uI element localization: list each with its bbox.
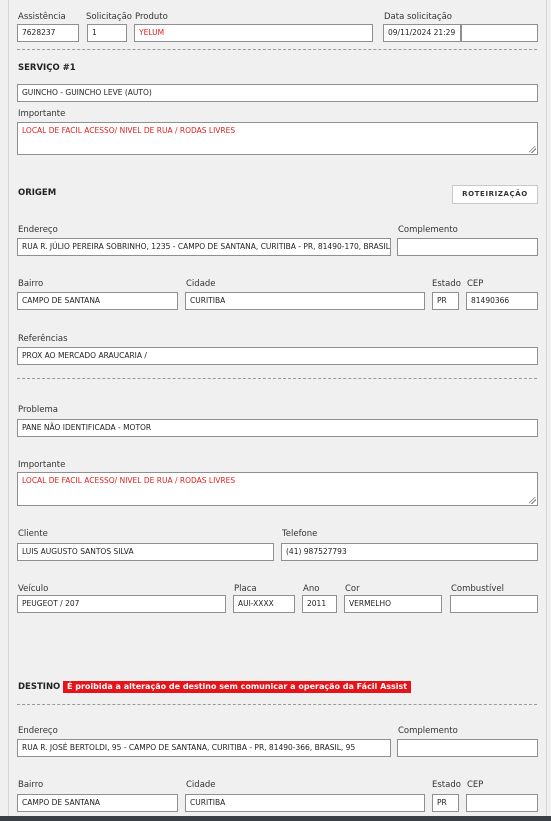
origem-cidade-label: Cidade [186, 279, 216, 289]
origem-complemento-field[interactable] [397, 238, 538, 256]
destino-endereco-field[interactable]: RUA R. JOSÉ BERTOLDI, 95 - CAMPO DE SANT… [17, 739, 391, 757]
origem-bairro-label: Bairro [18, 279, 44, 289]
veiculo-field[interactable]: PEUGEOT / 207 [17, 595, 226, 613]
ano-label: Ano [303, 584, 320, 594]
taskbar-strip [0, 816, 551, 821]
cliente-label: Cliente [18, 529, 48, 539]
origem-referencias-field[interactable]: PROX AO MERCADO ARAUCARIA / [17, 347, 538, 365]
divider [17, 704, 537, 705]
servico-importante-text: LOCAL DE FACIL ACESSO/ NIVEL DE RUA / RO… [22, 126, 236, 135]
cor-label: Cor [345, 584, 360, 594]
origem-endereco-field[interactable]: RUA R. JÚLIO PEREIRA SOBRINHO, 1235 - CA… [17, 238, 391, 256]
data-solicitacao-extra-field[interactable] [461, 24, 538, 42]
divider [17, 49, 537, 50]
origem-estado-field[interactable]: PR [432, 292, 459, 310]
telefone-label: Telefone [282, 529, 318, 539]
destino-complemento-field[interactable] [397, 739, 538, 757]
destino-estado-field[interactable]: PR [432, 794, 459, 812]
detalhes-importante-text: LOCAL DE FACIL ACESSO/ NIVEL DE RUA / RO… [22, 476, 236, 485]
origem-referencias-label: Referências [18, 334, 68, 344]
problema-field[interactable]: PANE NÃO IDENTIFICADA - MOTOR [17, 419, 538, 437]
destino-cep-label: CEP [467, 780, 484, 790]
destino-complemento-label: Complemento [398, 726, 458, 736]
placa-field[interactable]: AUI-XXXX [233, 595, 295, 613]
solicitacao-field[interactable]: 1 [87, 24, 127, 42]
origem-title: ORIGEM [18, 188, 57, 198]
resize-grip-icon[interactable] [529, 146, 536, 153]
veiculo-label: Veículo [18, 584, 49, 594]
destino-bairro-label: Bairro [18, 780, 44, 790]
detalhes-importante-label: Importante [18, 460, 66, 470]
resize-grip-icon[interactable] [529, 497, 536, 504]
destino-cep-field[interactable] [466, 794, 538, 812]
combustivel-field[interactable] [450, 595, 538, 613]
cor-field[interactable]: VERMELHO [344, 595, 442, 613]
origem-cep-label: CEP [467, 279, 484, 289]
ano-field[interactable]: 2011 [302, 595, 337, 613]
servico-importante-label: Importante [18, 109, 66, 119]
roteirizacao-button[interactable]: ROTEIRIZAÇÃO [452, 185, 538, 204]
servico-importante-textarea[interactable]: LOCAL DE FACIL ACESSO/ NIVEL DE RUA / RO… [17, 122, 538, 155]
origem-endereco-label: Endereço [18, 225, 58, 235]
telefone-field[interactable]: (41) 987527793 [281, 543, 538, 561]
destino-estado-label: Estado [432, 780, 461, 790]
origem-complemento-label: Complemento [398, 225, 458, 235]
origem-cidade-field[interactable]: CURITIBA [185, 292, 425, 310]
placa-label: Placa [234, 584, 257, 594]
destino-endereco-label: Endereço [18, 726, 58, 736]
destino-title: DESTINO [18, 682, 61, 692]
destino-cidade-field[interactable]: CURITIBA [185, 794, 425, 812]
servico-field[interactable]: GUINCHO - GUINCHO LEVE (AUTO) [17, 84, 538, 102]
combustivel-label: Combustível [451, 584, 504, 594]
data-solicitacao-label: Data solicitação [384, 12, 453, 22]
assistencia-field[interactable]: 7628237 [17, 24, 79, 42]
problema-label: Problema [18, 405, 58, 415]
origem-bairro-field[interactable]: CAMPO DE SANTANA [17, 292, 178, 310]
origem-estado-label: Estado [432, 279, 461, 289]
destino-bairro-field[interactable]: CAMPO DE SANTANA [17, 794, 178, 812]
cliente-field[interactable]: LUIS AUGUSTO SANTOS SILVA [17, 543, 274, 561]
divider [17, 378, 537, 379]
produto-label: Produto [135, 12, 168, 22]
solicitacao-label: Solicitação [86, 12, 132, 22]
origem-cep-field[interactable]: 81490366 [466, 292, 538, 310]
servico-title: SERVIÇO #1 [18, 63, 76, 73]
detalhes-importante-textarea[interactable]: LOCAL DE FACIL ACESSO/ NIVEL DE RUA / RO… [17, 472, 538, 506]
destino-warning-badge: É proibida a alteração de destino sem co… [63, 681, 412, 693]
data-solicitacao-field[interactable]: 09/11/2024 21:29 [383, 24, 461, 42]
assistencia-label: Assistência [18, 12, 66, 22]
produto-field[interactable]: YELUM [134, 24, 373, 42]
destino-cidade-label: Cidade [186, 780, 216, 790]
